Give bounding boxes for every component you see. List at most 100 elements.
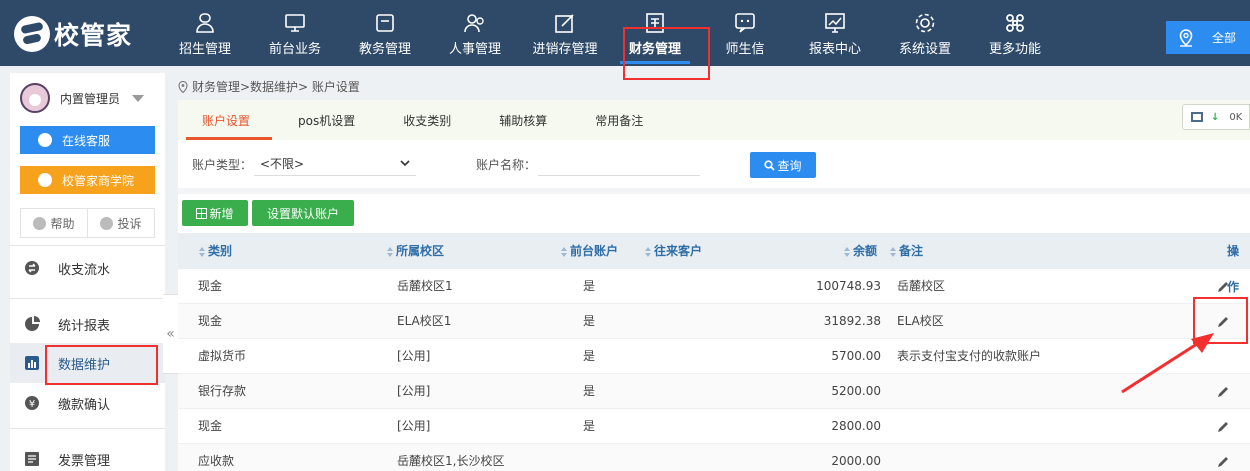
academy-button[interactable]: 校管家商学院 <box>20 166 155 194</box>
sort-icon <box>645 246 651 257</box>
sidebar: 内置管理员 在线客服 校管家商学院 帮助 投诉 收支流水 统计报表 数据维护 ¥… <box>10 73 165 471</box>
column-label: 类别 <box>208 244 233 258</box>
cell-note: 表示支付宝支付的收款账户 <box>897 349 1042 363</box>
sidebar-item-label: 统计报表 <box>58 318 111 334</box>
cell-category: 现金 <box>198 419 223 433</box>
column-label: 所属校区 <box>396 244 445 258</box>
grid-icon <box>196 207 208 219</box>
column-header-note[interactable]: 备注 <box>890 233 923 269</box>
invoice-icon <box>24 451 40 467</box>
folder-icon <box>340 12 430 34</box>
recruit-icon <box>160 12 250 34</box>
gear-icon <box>880 12 970 34</box>
nav-item-label: 进销存管理 <box>532 42 598 57</box>
main-panel: 账户设置 pos机设置 收支类别 辅助核算 常用备注 ↓ 0K 账户类型： <不限> 账… <box>178 100 1250 471</box>
sort-icon <box>561 246 567 257</box>
help-label: 帮助 <box>50 216 75 231</box>
screen-icon <box>1191 112 1203 122</box>
edit-icon <box>520 12 610 34</box>
column-header-category[interactable]: 类别 <box>199 233 232 269</box>
query-button[interactable]: 查询 <box>750 152 816 178</box>
cell-front-account: 是 <box>583 419 596 433</box>
tab-3[interactable]: 辅助核算 <box>475 100 571 140</box>
sidebar-item-reports[interactable]: 统计报表 <box>10 304 165 344</box>
collapse-sidebar-toggle[interactable]: « <box>163 294 179 374</box>
cell-balance: 5200.00 <box>831 384 881 398</box>
nav-item-chart[interactable]: 报表中心 <box>790 0 880 66</box>
sidebar-item-data-maintenance[interactable]: 数据维护 <box>10 343 165 383</box>
sidebar-item-invoice[interactable]: 发票管理 <box>10 439 165 471</box>
cell-front-account: 是 <box>583 279 596 293</box>
brand-logo[interactable]: 校管家 <box>14 16 132 52</box>
cell-front-account: 是 <box>583 384 596 398</box>
nav-item-finance[interactable]: 财务管理 <box>610 0 700 66</box>
pencil-edit-icon[interactable] <box>1216 385 1230 399</box>
pencil-edit-icon[interactable] <box>1216 315 1230 329</box>
nav-item-edit[interactable]: 进销存管理 <box>520 0 610 66</box>
location-pin-icon <box>178 80 188 93</box>
complaint-button[interactable]: 投诉 <box>87 209 154 237</box>
pencil-edit-icon[interactable] <box>1216 455 1230 469</box>
nav-item-recruit[interactable]: 招生管理 <box>160 0 250 66</box>
pie-chart-icon <box>24 316 40 332</box>
table-row[interactable]: 银行存款 [公用] 是 5200.00 <box>178 374 1250 409</box>
help-button[interactable]: 帮助 <box>21 209 87 237</box>
column-header-balance[interactable]: 余额 <box>844 233 877 269</box>
pencil-edit-icon[interactable] <box>1216 420 1230 434</box>
help-row: 帮助 投诉 <box>20 208 155 238</box>
cell-category: 银行存款 <box>198 384 247 398</box>
user-menu[interactable]: 内置管理员 <box>10 73 165 123</box>
column-header-front-account[interactable]: 前台账户 <box>561 233 618 269</box>
nav-item-command[interactable]: 更多功能 <box>970 0 1060 66</box>
tab-2[interactable]: 收支类别 <box>379 100 475 140</box>
add-button[interactable]: 新增 <box>182 200 248 226</box>
table-row[interactable]: 现金 [公用] 是 2800.00 <box>178 409 1250 444</box>
column-label: 往来客户 <box>654 244 703 258</box>
nav-item-monitor[interactable]: 前台业务 <box>250 0 340 66</box>
nav-item-label: 师生信 <box>725 42 765 57</box>
cell-campus: 岳麓校区1 <box>397 279 453 293</box>
column-header-campus[interactable]: 所属校区 <box>387 233 444 269</box>
nav-item-chat[interactable]: 师生信 <box>700 0 790 66</box>
column-header-client[interactable]: 往来客户 <box>645 233 702 269</box>
table-row[interactable]: 现金 岳麓校区1 是 100748.93 岳麓校区 <box>178 269 1250 304</box>
tab-4[interactable]: 常用备注 <box>571 100 667 140</box>
sidebar-item-label: 数据维护 <box>58 357 111 373</box>
sidebar-item-income-expense[interactable]: 收支流水 <box>10 248 165 288</box>
nav-item-label: 财务管理 <box>628 42 681 57</box>
location-pin-icon <box>1179 28 1193 47</box>
download-arrow-icon: ↓ <box>1211 111 1220 123</box>
nav-item-label: 报表中心 <box>808 42 861 57</box>
nav-item-label: 人事管理 <box>448 42 501 57</box>
pencil-edit-icon[interactable] <box>1216 280 1230 294</box>
sidebar-item-payment-confirm[interactable]: ¥ 缴款确认 <box>10 383 165 423</box>
column-label: 前台账户 <box>570 244 619 258</box>
account-type-select[interactable]: <不限> <box>254 152 416 176</box>
tab-1[interactable]: pos机设置 <box>274 100 379 140</box>
tab-0[interactable]: 账户设置 <box>178 100 274 140</box>
nav-item-gear[interactable]: 系统设置 <box>880 0 970 66</box>
account-name-input[interactable] <box>538 152 700 176</box>
chart-icon <box>790 12 880 34</box>
table-row[interactable]: 现金 ELA校区1 是 31892.38 ELA校区 <box>178 304 1250 339</box>
nav-item-folder[interactable]: 教务管理 <box>340 0 430 66</box>
chevron-down-icon <box>132 94 145 102</box>
nav-item-people[interactable]: 人事管理 <box>430 0 520 66</box>
sidebar-divider <box>10 298 165 299</box>
campus-switch-button[interactable]: 全部 <box>1166 21 1250 54</box>
column-header-actions: 操作 <box>1227 233 1250 294</box>
table-row[interactable]: 虚拟货币 [公用] 是 5700.00 表示支付宝支付的收款账户 <box>178 339 1250 374</box>
table-row[interactable]: 应收款 岳麓校区1,长沙校区 2000.00 <box>178 444 1250 471</box>
filter-bar: 账户类型： <不限> 账户名称： 查询 <box>178 146 1250 186</box>
cell-category: 应收款 <box>198 454 235 468</box>
online-service-button[interactable]: 在线客服 <box>20 126 155 154</box>
set-default-account-button[interactable]: 设置默认账户 <box>252 200 354 226</box>
cell-front-account: 是 <box>583 314 596 328</box>
sidebar-item-label: 缴款确认 <box>58 397 111 413</box>
sidebar-item-label: 收支流水 <box>58 262 111 278</box>
sidebar-item-label: 发票管理 <box>58 453 111 469</box>
cell-campus: ELA校区1 <box>397 314 452 328</box>
online-service-label: 在线客服 <box>62 133 111 148</box>
nav-item-label: 前台业务 <box>268 42 321 57</box>
network-monitor-widget[interactable]: ↓ 0K <box>1182 104 1250 130</box>
